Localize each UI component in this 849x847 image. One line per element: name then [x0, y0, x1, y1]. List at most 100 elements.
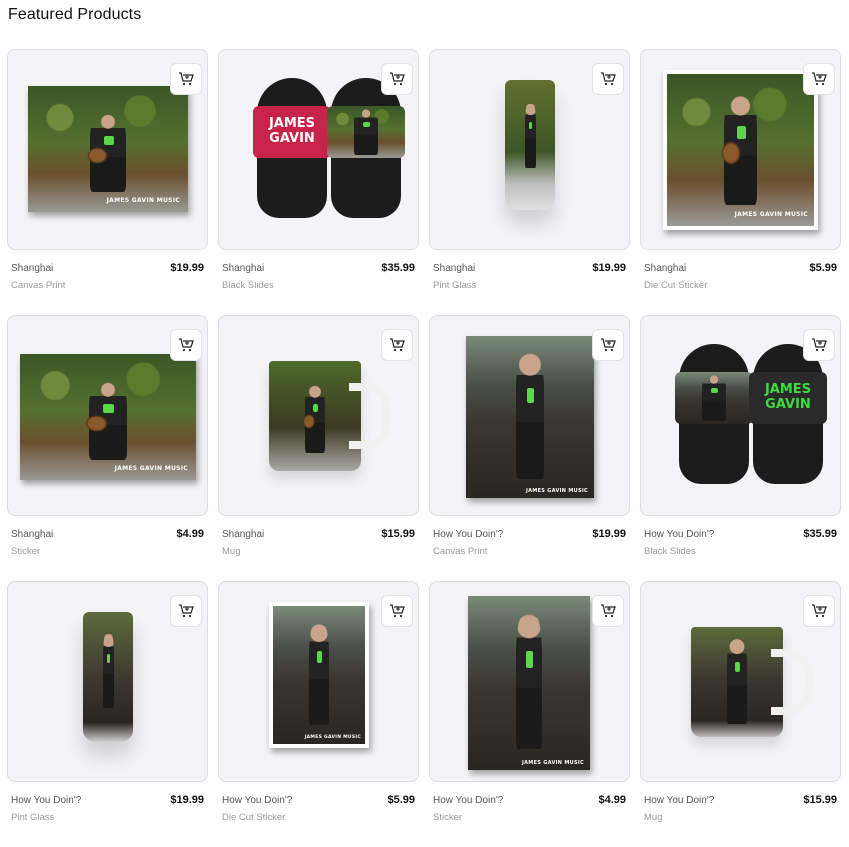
- product-name[interactable]: How You Doin'?: [222, 795, 292, 806]
- product-card[interactable]: JAMES GAVIN MUSIC How You Doin'? Die Cut…: [218, 581, 419, 847]
- mug-handle: [771, 649, 813, 715]
- add-to-cart-button[interactable]: [803, 63, 835, 95]
- product-name[interactable]: How You Doin'?: [11, 795, 81, 806]
- product-card[interactable]: Shanghai Pint Glass $19.99: [429, 49, 630, 315]
- sticker-art: JAMES GAVIN MUSIC: [468, 596, 590, 770]
- canvas-print-art: JAMES GAVIN MUSIC: [466, 336, 594, 498]
- right-slide: [327, 78, 405, 218]
- add-to-cart-button[interactable]: [170, 63, 202, 95]
- product-image[interactable]: JAMES GAVIN MUSIC: [640, 49, 841, 250]
- product-price: $5.99: [387, 794, 415, 806]
- product-card[interactable]: JAMES GAVIN How You Doin'? Black Slides $…: [640, 315, 841, 581]
- product-name[interactable]: Shanghai: [11, 529, 53, 540]
- add-to-cart-icon: [390, 338, 405, 352]
- product-card[interactable]: JAMES GAVIN MUSIC Shanghai Sticker $4.99: [7, 315, 208, 581]
- slide-strap-photo: [675, 372, 753, 424]
- canvas-print-art: JAMES GAVIN MUSIC: [28, 86, 188, 212]
- product-name[interactable]: Shanghai: [11, 263, 53, 274]
- add-to-cart-icon: [812, 338, 827, 352]
- product-type: Black Slides: [222, 280, 274, 291]
- print-caption: JAMES GAVIN MUSIC: [106, 197, 180, 204]
- product-name[interactable]: How You Doin'?: [644, 529, 714, 540]
- product-image[interactable]: [640, 581, 841, 782]
- product-card[interactable]: JAMES GAVIN MUSIC Shanghai Canvas Print …: [7, 49, 208, 315]
- product-price: $35.99: [803, 528, 837, 540]
- product-price: $35.99: [381, 262, 415, 274]
- add-to-cart-icon: [179, 72, 194, 86]
- product-type: Pint Glass: [433, 280, 477, 291]
- product-type: Black Slides: [644, 546, 696, 557]
- print-caption: JAMES GAVIN MUSIC: [734, 211, 808, 218]
- product-card[interactable]: How You Doin'? Mug $15.99: [640, 581, 841, 847]
- slide-strap-black: JAMES GAVIN: [749, 372, 827, 424]
- product-price: $15.99: [381, 528, 415, 540]
- product-type: Sticker: [11, 546, 41, 557]
- product-image[interactable]: [218, 315, 419, 516]
- product-price: $19.99: [592, 528, 626, 540]
- print-caption: JAMES GAVIN MUSIC: [525, 488, 588, 494]
- add-to-cart-button[interactable]: [592, 595, 624, 627]
- product-grid: JAMES GAVIN MUSIC Shanghai Canvas Print …: [7, 49, 841, 847]
- mug-art: [691, 627, 813, 737]
- product-type: Canvas Print: [433, 546, 488, 557]
- product-price: $4.99: [176, 528, 204, 540]
- add-to-cart-button[interactable]: [803, 329, 835, 361]
- product-type: Mug: [644, 812, 663, 823]
- product-image[interactable]: JAMES GAVIN: [640, 315, 841, 516]
- slide-text: JAMES GAVIN: [268, 116, 316, 146]
- product-image[interactable]: JAMES GAVIN MUSIC: [429, 581, 630, 782]
- product-card[interactable]: JAMES GAVIN MUSIC How You Doin'? Canvas …: [429, 315, 630, 581]
- mug-art: [269, 361, 391, 471]
- left-slide: JAMES GAVIN: [253, 78, 331, 218]
- add-to-cart-icon: [812, 604, 827, 618]
- product-image[interactable]: [429, 49, 630, 250]
- slide-text: JAMES GAVIN: [764, 382, 812, 412]
- product-card[interactable]: JAMES GAVIN MUSIC Shanghai Die Cut Stick…: [640, 49, 841, 315]
- add-to-cart-button[interactable]: [592, 63, 624, 95]
- add-to-cart-icon: [179, 604, 194, 618]
- product-name[interactable]: Shanghai: [433, 263, 475, 274]
- sticker-art: JAMES GAVIN MUSIC: [20, 354, 196, 480]
- section-title: Featured Products: [8, 6, 142, 23]
- product-card[interactable]: JAMES GAVIN MUSIC How You Doin'? Sticker…: [429, 581, 630, 847]
- print-caption: JAMES GAVIN MUSIC: [304, 735, 361, 740]
- slide-strap-photo: [327, 106, 405, 158]
- product-price: $15.99: [803, 794, 837, 806]
- add-to-cart-button[interactable]: [381, 63, 413, 95]
- product-name[interactable]: Shanghai: [222, 529, 264, 540]
- print-caption: JAMES GAVIN MUSIC: [521, 760, 584, 766]
- product-name[interactable]: How You Doin'?: [433, 529, 503, 540]
- product-image[interactable]: JAMES GAVIN MUSIC: [7, 315, 208, 516]
- add-to-cart-button[interactable]: [803, 595, 835, 627]
- product-name[interactable]: How You Doin'?: [433, 795, 503, 806]
- product-price: $19.99: [170, 262, 204, 274]
- product-name[interactable]: Shanghai: [222, 263, 264, 274]
- product-image[interactable]: [7, 581, 208, 782]
- product-price: $4.99: [598, 794, 626, 806]
- product-card[interactable]: How You Doin'? Pint Glass $19.99: [7, 581, 208, 847]
- product-price: $5.99: [809, 262, 837, 274]
- product-type: Sticker: [433, 812, 463, 823]
- pint-glass-art: [505, 80, 555, 210]
- add-to-cart-icon: [601, 72, 616, 86]
- product-name[interactable]: How You Doin'?: [644, 795, 714, 806]
- right-slide: JAMES GAVIN: [749, 344, 827, 484]
- product-image[interactable]: JAMES GAVIN MUSIC: [218, 581, 419, 782]
- add-to-cart-button[interactable]: [170, 329, 202, 361]
- product-price: $19.99: [592, 262, 626, 274]
- product-image[interactable]: JAMES GAVIN MUSIC: [429, 315, 630, 516]
- product-image[interactable]: JAMES GAVIN MUSIC: [7, 49, 208, 250]
- mug-handle: [349, 383, 391, 449]
- product-name[interactable]: Shanghai: [644, 263, 686, 274]
- product-type: Canvas Print: [11, 280, 66, 291]
- add-to-cart-button[interactable]: [381, 595, 413, 627]
- slide-strap-red: JAMES GAVIN: [253, 106, 331, 158]
- add-to-cart-button[interactable]: [381, 329, 413, 361]
- add-to-cart-button[interactable]: [592, 329, 624, 361]
- product-image[interactable]: JAMES GAVIN: [218, 49, 419, 250]
- add-to-cart-button[interactable]: [170, 595, 202, 627]
- product-card[interactable]: Shanghai Mug $15.99: [218, 315, 419, 581]
- product-price: $19.99: [170, 794, 204, 806]
- product-card[interactable]: JAMES GAVIN Shanghai Black Slides $35.99: [218, 49, 419, 315]
- add-to-cart-icon: [601, 338, 616, 352]
